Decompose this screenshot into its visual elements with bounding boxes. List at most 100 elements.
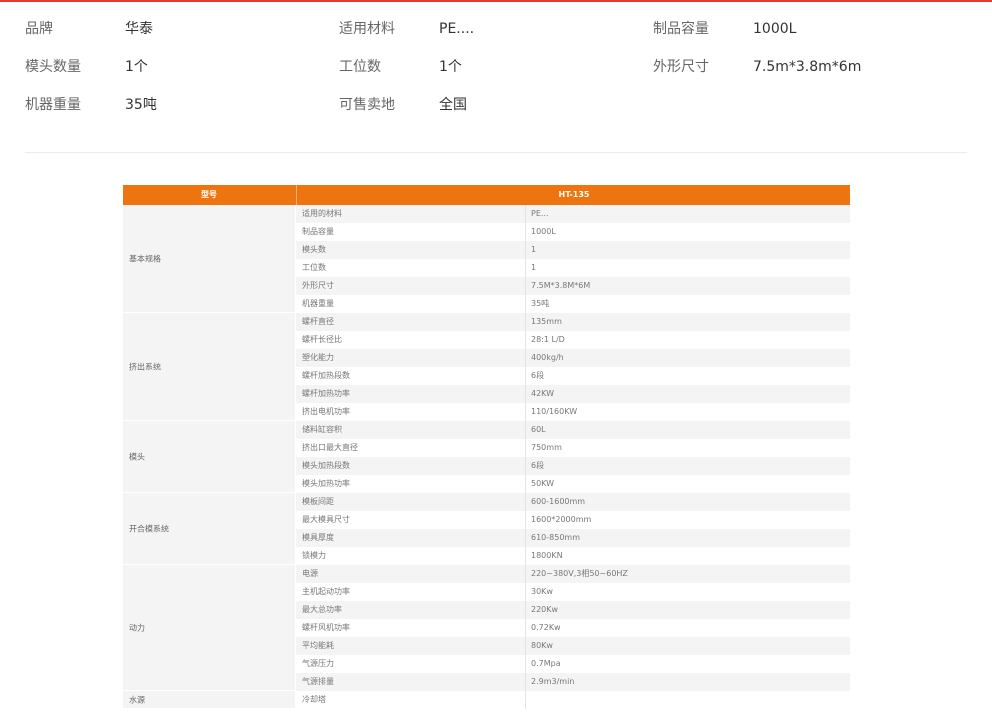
attr-label-brand: 品牌: [25, 21, 53, 37]
spec-item-value: 750mm: [531, 443, 562, 452]
spec-row: 螺杆风机功率 0.72Kw: [296, 619, 850, 637]
spec-row: 适用的材料 PE...: [296, 205, 850, 223]
spec-column-divider: [525, 691, 526, 709]
attr-label-weight: 机器重量: [25, 97, 81, 113]
spec-item-label: 模头数: [302, 245, 326, 254]
spec-row: 模头数 1: [296, 241, 850, 259]
spec-item-label: 螺杆直径: [302, 317, 334, 326]
spec-item-value: 30Kw: [531, 587, 553, 596]
spec-column-divider: [525, 547, 526, 565]
spec-group-cell: 模头: [123, 421, 295, 493]
spec-row: 模具厚度 610-850mm: [296, 529, 850, 547]
spec-column-divider: [525, 511, 526, 529]
attr-value-dimensions: 7.5m*3.8m*6m: [753, 59, 862, 75]
spec-column-divider: [525, 313, 526, 331]
spec-header-model-label: 型号: [201, 190, 217, 199]
attr-value-brand: 华泰: [125, 21, 153, 37]
spec-item-value: 60L: [531, 425, 546, 434]
spec-header-model-value: HT-135: [296, 185, 850, 205]
spec-row: 模板间距 600-1600mm: [296, 493, 850, 511]
spec-column-divider: [525, 295, 526, 313]
spec-item-label: 最大模具尺寸: [302, 515, 350, 524]
spec-item-label: 螺杆风机功率: [302, 623, 350, 632]
attr-label-capacity: 制品容量: [653, 21, 709, 37]
spec-row: 平均能耗 80Kw: [296, 637, 850, 655]
spec-column-divider: [525, 673, 526, 691]
spec-row: 最大总功率 220Kw: [296, 601, 850, 619]
spec-table-image: 型号 HT-135 基本规格 适用的材料 PE... 制品容量 1000L 模头数 1 工位数…: [123, 185, 850, 724]
spec-item-value: 28:1 L/D: [531, 335, 565, 344]
spec-item-value: 6段: [531, 371, 545, 380]
spec-column-divider: [525, 529, 526, 547]
spec-row: 锁模力 1800KN: [296, 547, 850, 565]
spec-item-label: 螺杆加热功率: [302, 389, 350, 398]
spec-row: 主机起动功率 30Kw: [296, 583, 850, 601]
spec-column-divider: [525, 331, 526, 349]
spec-row: 模头加热功率 50KW: [296, 475, 850, 493]
spec-row: 机器重量 35吨: [296, 295, 850, 313]
spec-row: 螺杆加热段数 6段: [296, 367, 850, 385]
attr-label-die-count: 模头数量: [25, 59, 81, 75]
spec-column-divider: [525, 439, 526, 457]
spec-item-label: 塑化能力: [302, 353, 334, 362]
spec-column-divider: [525, 403, 526, 421]
spec-row: 工位数 1: [296, 259, 850, 277]
spec-group-label: 基本规格: [129, 254, 161, 263]
spec-row: 气源排量 2.9m3/min: [296, 673, 850, 691]
attr-value-die-count: 1个: [125, 59, 148, 75]
spec-item-value: 50KW: [531, 479, 555, 488]
spec-item-value: 610-850mm: [531, 533, 581, 542]
spec-item-value: 220Kw: [531, 605, 559, 614]
spec-item-value: 220~380V,3相50~60HZ: [531, 569, 628, 578]
spec-item-value: 1000L: [531, 227, 556, 236]
spec-column-divider: [525, 349, 526, 367]
spec-group-cell: 开合模系统: [123, 493, 295, 565]
spec-row: 气源压力 0.7Mpa: [296, 655, 850, 673]
spec-row: 冷却塔: [296, 691, 850, 709]
spec-item-label: 气源排量: [302, 677, 334, 686]
spec-item-label: 外形尺寸: [302, 281, 334, 290]
spec-item-label: 螺杆加热段数: [302, 371, 350, 380]
spec-row: 螺杆直径 135mm: [296, 313, 850, 331]
spec-item-label: 模头加热段数: [302, 461, 350, 470]
spec-column-divider: [525, 259, 526, 277]
spec-item-label: 工位数: [302, 263, 326, 272]
spec-item-value: 80Kw: [531, 641, 553, 650]
spec-item-label: 主机起动功率: [302, 587, 350, 596]
spec-item-value: 1: [531, 245, 537, 254]
attr-label-stations: 工位数: [339, 59, 381, 75]
spec-item-label: 最大总功率: [302, 605, 342, 614]
spec-column-divider: [525, 277, 526, 295]
spec-column-divider: [525, 241, 526, 259]
spec-item-label: 机器重量: [302, 299, 334, 308]
spec-column-divider: [525, 583, 526, 601]
spec-table-header: 型号 HT-135: [123, 185, 850, 205]
spec-group-cell: 挤出系统: [123, 313, 295, 421]
spec-group-label: 水源: [129, 695, 145, 704]
attr-value-capacity: 1000L: [753, 21, 797, 37]
spec-item-label: 螺杆长径比: [302, 335, 342, 344]
spec-item-value: 1600*2000mm: [531, 515, 592, 524]
spec-item-label: 气源压力: [302, 659, 334, 668]
spec-column-divider: [525, 421, 526, 439]
spec-item-label: 平均能耗: [302, 641, 334, 650]
attr-label-material: 适用材料: [339, 21, 395, 37]
attr-value-stations: 1个: [439, 59, 462, 75]
spec-row: 储料缸容积 60L: [296, 421, 850, 439]
spec-group-label: 模头: [129, 452, 145, 461]
spec-item-value: 35吨: [531, 299, 550, 308]
spec-row: 外形尺寸 7.5M*3.8M*6M: [296, 277, 850, 295]
spec-column-divider: [525, 385, 526, 403]
spec-item-label: 锁模力: [302, 551, 326, 560]
spec-item-value: 2.9m3/min: [531, 677, 575, 686]
spec-column-divider: [525, 223, 526, 241]
spec-item-value: 135mm: [531, 317, 562, 326]
spec-column-divider: [525, 475, 526, 493]
spec-column-divider: [525, 367, 526, 385]
spec-column-divider: [525, 619, 526, 637]
spec-column-divider: [525, 205, 526, 223]
spec-group-cell: 动力: [123, 565, 295, 691]
spec-row: 螺杆加热功率 42KW: [296, 385, 850, 403]
spec-row: 最大模具尺寸 1600*2000mm: [296, 511, 850, 529]
attr-value-sales-region: 全国: [439, 97, 467, 113]
